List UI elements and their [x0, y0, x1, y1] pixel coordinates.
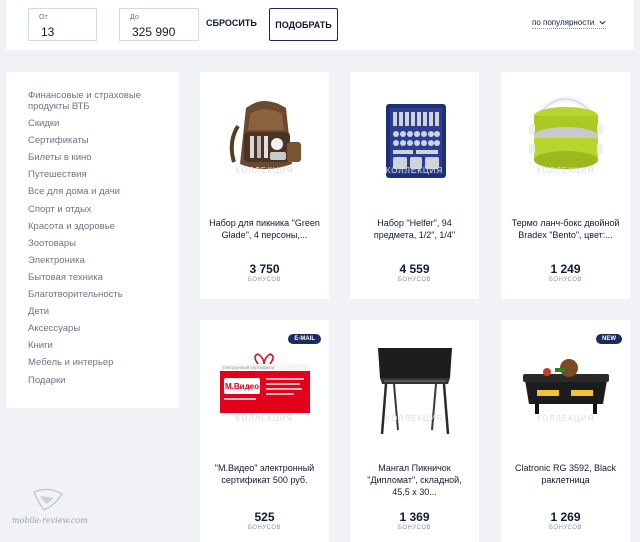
product-card[interactable]: КОЛЛЕКЦИЯ Термо ланч-бокс двойной Bradex… — [501, 72, 630, 299]
sidebar-item-gifts[interactable]: Подарки — [28, 375, 179, 386]
product-title[interactable]: "М.Видео" электронный сертификат 500 руб… — [208, 462, 321, 498]
site-logo-icon — [33, 488, 63, 511]
sidebar-item-books[interactable]: Книги — [28, 340, 179, 351]
product-card[interactable]: E-MAIL электронный сертификат М.Видео КО… — [200, 320, 329, 542]
sidebar-item-travel[interactable]: Путешествия — [28, 169, 179, 180]
sidebar-item-home[interactable]: Все для дома и дачи — [28, 186, 179, 197]
product-price: 1 269 — [550, 510, 581, 524]
sidebar-item-pets[interactable]: Зоотовары — [28, 238, 179, 249]
price-unit: БОНУСОВ — [247, 525, 282, 531]
sidebar-item-furniture[interactable]: Мебель и интерьер — [28, 357, 179, 368]
collection-watermark: КОЛЛЕКЦИЯ — [235, 166, 294, 175]
price-unit: БОНУСОВ — [397, 277, 432, 283]
lunchbox-icon — [529, 96, 603, 169]
price-unit: БОНУСОВ — [247, 277, 282, 283]
collection-watermark: КОЛЛЕКЦИЯ — [536, 166, 595, 175]
filter-bar: От 13 До 325 990 СБРОСИТЬ ПОДОБРАТЬ по п… — [6, 0, 634, 50]
picnic-backpack-icon — [229, 101, 301, 169]
sidebar-item-charity[interactable]: Благотворительность — [28, 289, 179, 300]
product-title[interactable]: Набор для пикника "Green Glade", 4 персо… — [208, 217, 321, 253]
sidebar-item-appliances[interactable]: Бытовая техника — [28, 272, 179, 283]
sidebar-item-kids[interactable]: Дети — [28, 306, 179, 317]
grill-icon — [378, 348, 452, 435]
price-unit: БОНУСОВ — [548, 525, 583, 531]
price-from-field[interactable]: От 13 — [28, 8, 97, 41]
sidebar-item-discounts[interactable]: Скидки — [28, 118, 179, 129]
product-title[interactable]: Термо ланч-бокс двойной Bradex "Bento", … — [509, 217, 622, 253]
collection-watermark: КОЛЛЕКЦИЯ — [385, 166, 444, 175]
sidebar-item-electronics[interactable]: Электроника — [28, 255, 179, 266]
sort-label: по популярности — [532, 18, 595, 27]
apply-button[interactable]: ПОДОБРАТЬ — [269, 8, 338, 41]
category-sidebar: Финансовые и страховые продукты ВТБ Скид… — [6, 72, 179, 408]
price-unit: БОНУСОВ — [397, 525, 432, 531]
site-watermark: mobile-review.com — [12, 488, 88, 528]
sort-dropdown[interactable]: по популярности — [532, 18, 607, 29]
product-card[interactable]: КОЛЛЕКЦИЯ Набор "Helfer", 94 предмета, 1… — [350, 72, 479, 299]
collection-watermark: КОЛЛЕКЦИЯ — [536, 414, 595, 423]
sidebar-item-cinema[interactable]: Билеты в кино — [28, 152, 179, 163]
sidebar-item-sport[interactable]: Спорт и отдых — [28, 204, 179, 215]
certificate-caption: электронный сертификат — [222, 364, 275, 370]
sidebar-item-accessories[interactable]: Аксессуары — [28, 323, 179, 334]
price-to-field[interactable]: До 325 990 — [119, 8, 199, 41]
collection-watermark: КОЛЛЕКЦИЯ — [235, 414, 294, 423]
product-price: 3 750 — [249, 262, 280, 276]
product-price: 1 249 — [550, 262, 581, 276]
collection-watermark: КОЛЛЕКЦИЯ — [385, 414, 444, 423]
product-title[interactable]: Набор "Helfer", 94 предмета, 1/2", 1/4" — [358, 217, 471, 253]
reset-button[interactable]: СБРОСИТЬ — [206, 18, 257, 28]
site-watermark-text: mobile-review.com — [12, 516, 88, 525]
product-title[interactable]: Clatronic RG 3592, Black раклетница — [509, 462, 622, 498]
product-card[interactable]: NEW КОЛЛЕКЦИЯ Clatronic RG 3592, Black р… — [501, 320, 630, 542]
product-price: 525 — [254, 510, 275, 524]
product-card[interactable]: КОЛЛЕКЦИЯ Мангал Пикничок "Дипломат", ск… — [350, 320, 479, 542]
sidebar-item-certificates[interactable]: Сертификаты — [28, 135, 179, 146]
sidebar-item-vtb-finance[interactable]: Финансовые и страховые продукты ВТБ — [28, 90, 148, 112]
product-title[interactable]: Мангал Пикничок "Дипломат", складной, 45… — [358, 462, 471, 498]
product-price: 1 369 — [399, 510, 430, 524]
price-from-label: От — [39, 14, 48, 21]
sidebar-item-beauty[interactable]: Красота и здоровье — [28, 221, 179, 232]
chevron-down-icon — [599, 20, 606, 25]
price-from-value[interactable]: 13 — [41, 25, 54, 39]
product-card[interactable]: КОЛЛЕКЦИЯ Набор для пикника "Green Glade… — [200, 72, 329, 299]
price-to-label: До — [130, 14, 139, 21]
raclette-grill-icon — [523, 359, 609, 414]
price-unit: БОНУСОВ — [548, 277, 583, 283]
product-price: 4 559 — [399, 262, 430, 276]
certificate-logo: М.Видео — [225, 382, 259, 391]
price-to-value[interactable]: 325 990 — [132, 25, 175, 39]
gift-certificate-icon: электронный сертификат М.Видео — [220, 353, 310, 413]
toolbox-icon — [386, 104, 446, 178]
